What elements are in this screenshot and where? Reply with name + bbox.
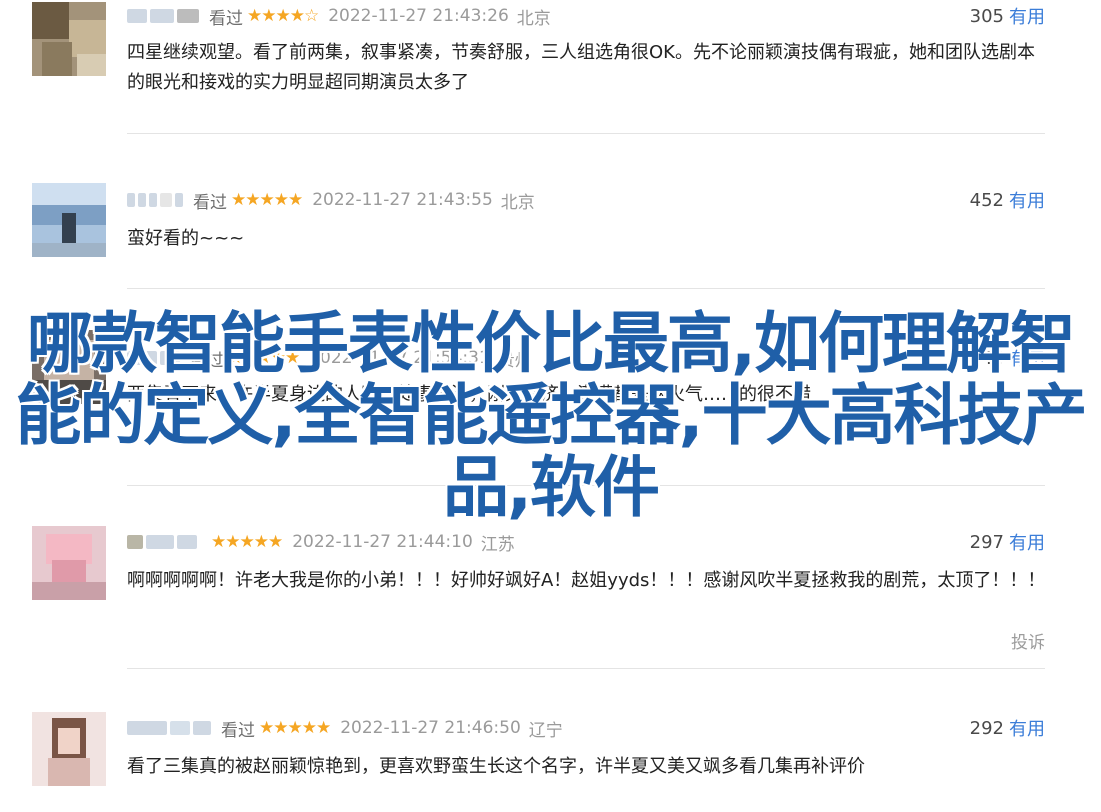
comment-text: 看了三集真的被赵丽颖惊艳到，更喜欢野蛮生长这个名字，许半夏又美又飒多看几集再补评…	[127, 756, 865, 777]
username-blurred[interactable]	[127, 721, 211, 735]
vote-count: 452	[969, 189, 1004, 211]
comment-meta: 看过 ★★★★★ 2022-11-27 21:43:55 北京	[127, 186, 535, 214]
comment-meta: 看过 ★★★★★ 2022-11-27 21:46:50 辽宁	[127, 714, 563, 742]
useful-button[interactable]: 有用	[1009, 3, 1045, 29]
overlay-title: 哪款智能手表性价比最高,如何理解智能的定义,全智能遥控器,十大高科技产品,软件	[15, 305, 1087, 526]
comment-location: 北京	[516, 8, 551, 29]
useful-button[interactable]: 有用	[1009, 715, 1045, 741]
vote-area: 452 有用	[970, 186, 1045, 214]
watched-label: 看过	[209, 8, 243, 29]
username-blurred[interactable]	[127, 193, 183, 207]
username-blurred[interactable]	[127, 9, 199, 23]
comment-time: 2022-11-27 21:46:50	[340, 718, 521, 738]
avatar[interactable]	[32, 712, 106, 786]
comment-time: 2022-11-27 21:44:10	[292, 532, 473, 552]
rating-stars: ★★★★☆	[247, 6, 319, 26]
comment-location: 江苏	[480, 534, 515, 555]
divider	[127, 288, 1045, 289]
useful-button[interactable]: 有用	[1009, 187, 1045, 213]
comment-meta: ★★★★★ 2022-11-27 21:44:10 江苏	[127, 528, 515, 556]
divider	[127, 133, 1045, 134]
comment-time: 2022-11-27 21:43:55	[312, 190, 493, 210]
rating-stars: ★★★★★	[211, 532, 283, 552]
vote-area: 305 有用	[970, 2, 1045, 30]
username-blurred[interactable]	[127, 535, 197, 549]
comment-text: 蛮好看的~~~	[127, 228, 245, 249]
watched-label: 看过	[221, 720, 255, 741]
vote-area: 292 有用	[970, 714, 1045, 742]
report-link[interactable]: 投诉	[1011, 628, 1045, 653]
vote-area: 297 有用	[970, 528, 1045, 556]
rating-stars: ★★★★★	[259, 718, 331, 738]
comment-text: 啊啊啊啊啊！许老大我是你的小弟！！！好帅好飒好A！赵姐yyds！！！感谢风吹半夏…	[127, 570, 1046, 591]
vote-count: 292	[969, 717, 1004, 739]
useful-button[interactable]: 有用	[1009, 529, 1045, 555]
vote-count: 305	[969, 5, 1004, 27]
comment-location: 北京	[500, 192, 535, 213]
rating-stars: ★★★★★	[231, 190, 303, 210]
comment-location: 辽宁	[528, 720, 563, 741]
comment-meta: 看过 ★★★★☆ 2022-11-27 21:43:26 北京	[127, 2, 551, 30]
avatar[interactable]	[32, 2, 106, 76]
watched-label: 看过	[193, 192, 227, 213]
comment-time: 2022-11-27 21:43:26	[328, 6, 509, 26]
divider	[127, 668, 1045, 669]
vote-count: 297	[969, 531, 1004, 553]
avatar[interactable]	[32, 526, 106, 600]
avatar[interactable]	[32, 183, 106, 257]
comment-text: 四星继续观望。看了前两集，叙事紧凑，节奏舒服，三人组选角很OK。先不论丽颖演技偶…	[127, 42, 1035, 93]
